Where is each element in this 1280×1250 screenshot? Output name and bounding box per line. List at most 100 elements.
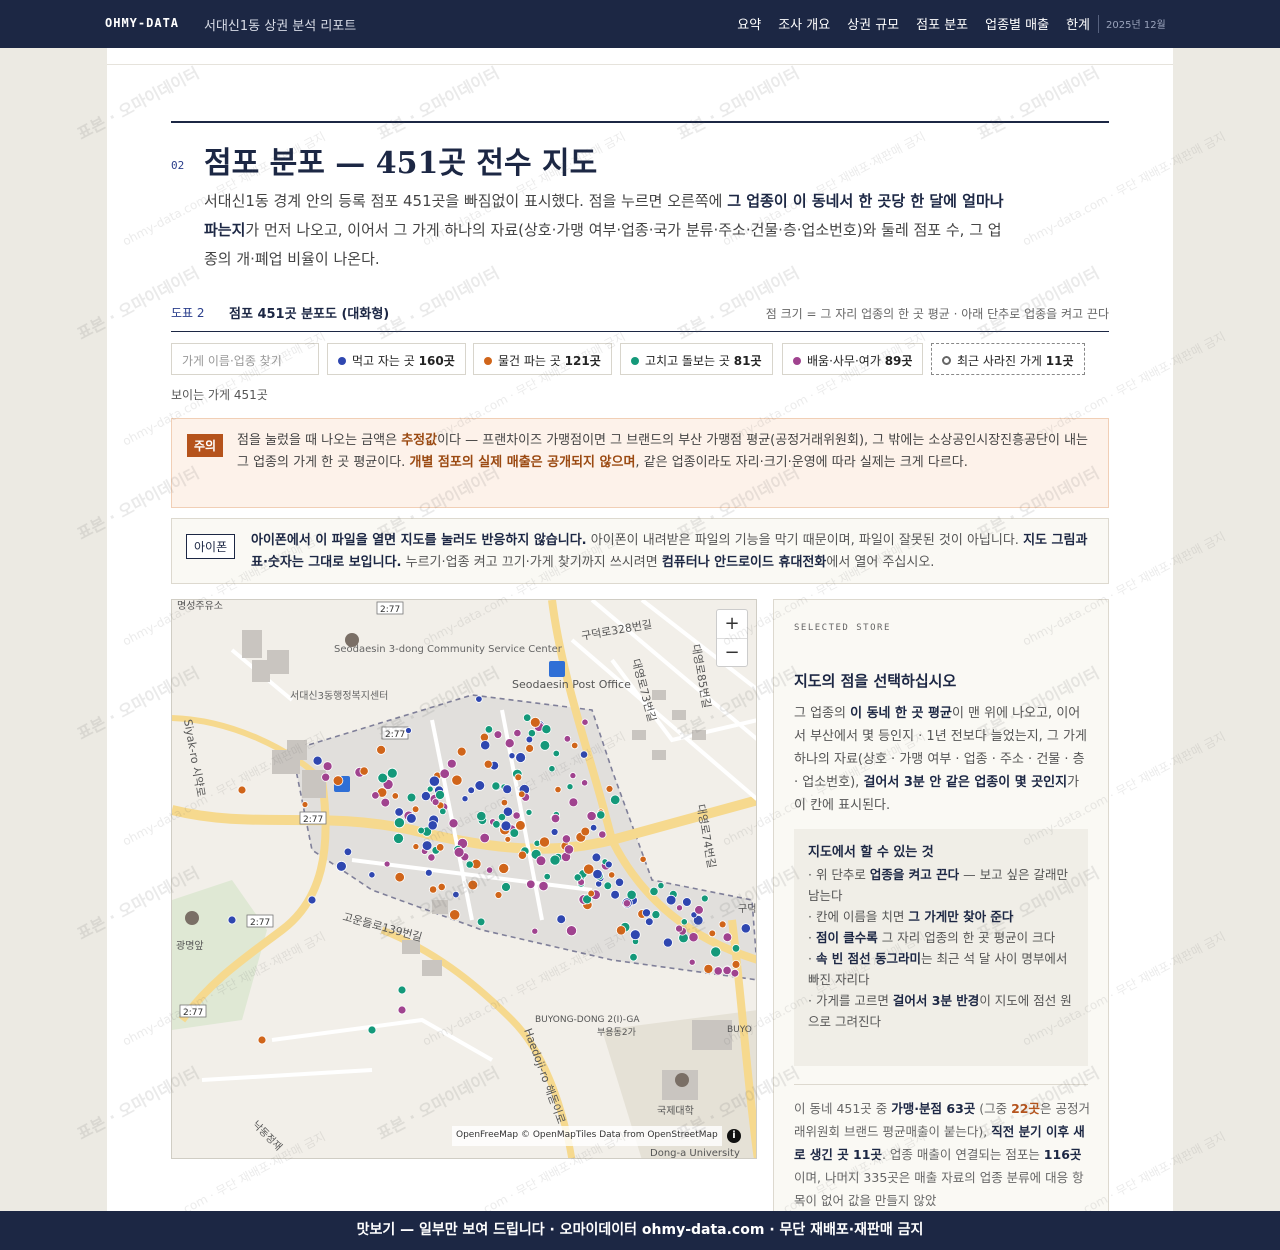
store-marker[interactable] bbox=[561, 834, 571, 844]
nav-item-overview[interactable]: 조사 개요 bbox=[778, 14, 830, 33]
zoom-out-button[interactable]: − bbox=[717, 638, 747, 667]
store-marker[interactable] bbox=[405, 727, 412, 734]
store-marker[interactable] bbox=[322, 761, 333, 772]
store-marker[interactable] bbox=[541, 724, 552, 735]
store-marker[interactable] bbox=[451, 774, 463, 786]
store-marker[interactable] bbox=[568, 797, 579, 808]
store-marker[interactable] bbox=[484, 725, 494, 734]
store-marker[interactable] bbox=[467, 786, 476, 795]
store-marker[interactable] bbox=[439, 768, 450, 779]
store-marker[interactable] bbox=[515, 752, 527, 763]
store-marker[interactable] bbox=[421, 840, 433, 851]
store-marker[interactable] bbox=[456, 746, 467, 757]
store-marker[interactable] bbox=[566, 783, 574, 791]
store-marker[interactable] bbox=[448, 818, 459, 829]
store-marker[interactable] bbox=[411, 805, 420, 814]
store-marker[interactable] bbox=[529, 717, 541, 728]
store-marker[interactable] bbox=[427, 820, 438, 831]
store-marker[interactable] bbox=[493, 730, 503, 739]
store-marker[interactable] bbox=[622, 899, 631, 908]
store-marker[interactable] bbox=[394, 872, 405, 883]
store-marker[interactable] bbox=[592, 868, 603, 880]
store-marker[interactable] bbox=[550, 828, 559, 836]
store-marker[interactable] bbox=[397, 985, 407, 995]
store-marker[interactable] bbox=[531, 927, 539, 935]
nav-item-market-size[interactable]: 상권 규모 bbox=[847, 14, 899, 33]
store-marker[interactable] bbox=[514, 773, 523, 782]
store-marker[interactable] bbox=[549, 854, 561, 866]
store-marker[interactable] bbox=[583, 863, 595, 875]
store-marker[interactable] bbox=[579, 750, 589, 759]
store-marker[interactable] bbox=[543, 872, 551, 881]
store-marker[interactable] bbox=[525, 735, 534, 744]
filter-food-lodging[interactable]: 먹고 자는 곳 160곳 bbox=[327, 343, 466, 375]
store-marker[interactable] bbox=[452, 890, 460, 899]
store-marker[interactable] bbox=[406, 813, 417, 824]
filter-retail[interactable]: 물건 파는 곳 121곳 bbox=[473, 343, 612, 375]
store-marker[interactable] bbox=[479, 832, 490, 844]
store-marker[interactable] bbox=[548, 765, 556, 773]
store-marker[interactable] bbox=[563, 844, 575, 855]
store-marker[interactable] bbox=[730, 968, 740, 978]
store-marker[interactable] bbox=[731, 959, 741, 969]
store-marker[interactable] bbox=[427, 853, 436, 862]
store-marker[interactable] bbox=[237, 785, 247, 795]
store-marker[interactable] bbox=[552, 749, 560, 758]
map-attribution[interactable]: OpenFreeMap © OpenMapTiles Data from Ope… bbox=[452, 1126, 722, 1146]
store-marker[interactable] bbox=[610, 889, 620, 900]
store-marker[interactable] bbox=[517, 850, 527, 860]
store-marker[interactable] bbox=[740, 923, 751, 934]
store-marker[interactable] bbox=[589, 823, 598, 832]
store-marker[interactable] bbox=[431, 798, 440, 807]
store-marker[interactable] bbox=[380, 797, 391, 808]
store-marker[interactable] bbox=[498, 862, 510, 874]
store-marker[interactable] bbox=[467, 879, 479, 891]
store-marker[interactable] bbox=[392, 832, 404, 844]
store-marker[interactable] bbox=[629, 929, 641, 941]
store-marker[interactable] bbox=[367, 1025, 377, 1035]
store-marker[interactable] bbox=[437, 882, 446, 891]
store-marker[interactable] bbox=[512, 811, 521, 820]
store-marker[interactable] bbox=[501, 882, 511, 892]
store-marker[interactable] bbox=[662, 937, 673, 948]
store-marker[interactable] bbox=[523, 713, 532, 722]
store-marker[interactable] bbox=[485, 866, 494, 874]
store-marker[interactable] bbox=[417, 826, 426, 835]
store-marker[interactable] bbox=[713, 966, 723, 976]
store-marker[interactable] bbox=[722, 932, 733, 943]
store-marker[interactable] bbox=[257, 1035, 267, 1045]
store-marker[interactable] bbox=[556, 914, 567, 925]
store-marker[interactable] bbox=[614, 877, 625, 887]
store-marker[interactable] bbox=[439, 807, 447, 816]
store-marker[interactable] bbox=[708, 929, 717, 938]
store-marker[interactable] bbox=[554, 786, 562, 794]
store-marker[interactable] bbox=[508, 752, 516, 760]
brand-logo[interactable]: OHMY-DATA bbox=[105, 16, 179, 30]
store-marker[interactable] bbox=[573, 873, 582, 882]
store-marker[interactable] bbox=[474, 780, 486, 791]
store-marker[interactable] bbox=[571, 741, 579, 750]
store-marker[interactable] bbox=[694, 905, 704, 915]
store-marker[interactable] bbox=[626, 889, 637, 900]
store-marker[interactable] bbox=[377, 772, 389, 784]
store-marker[interactable] bbox=[312, 755, 323, 766]
store-marker[interactable] bbox=[581, 718, 589, 726]
store-marker[interactable] bbox=[494, 891, 503, 899]
store-marker[interactable] bbox=[386, 767, 398, 779]
store-marker[interactable] bbox=[680, 918, 688, 926]
store-marker[interactable] bbox=[525, 808, 533, 816]
filter-repair-care[interactable]: 고치고 돌보는 곳 81곳 bbox=[620, 343, 773, 375]
store-marker[interactable] bbox=[610, 794, 621, 806]
store-marker[interactable] bbox=[518, 790, 526, 798]
store-marker[interactable] bbox=[722, 965, 732, 975]
store-marker[interactable] bbox=[598, 830, 607, 839]
zoom-in-button[interactable]: + bbox=[717, 610, 747, 638]
store-search-input[interactable]: 가게 이름·업종 찾기 bbox=[171, 343, 319, 375]
store-marker[interactable] bbox=[476, 917, 486, 927]
store-marker[interactable] bbox=[538, 836, 550, 848]
store-marker[interactable] bbox=[550, 813, 561, 824]
store-marker[interactable] bbox=[465, 860, 474, 869]
store-marker[interactable] bbox=[332, 775, 344, 786]
store-marker[interactable] bbox=[483, 759, 493, 769]
store-marker[interactable] bbox=[688, 932, 699, 943]
